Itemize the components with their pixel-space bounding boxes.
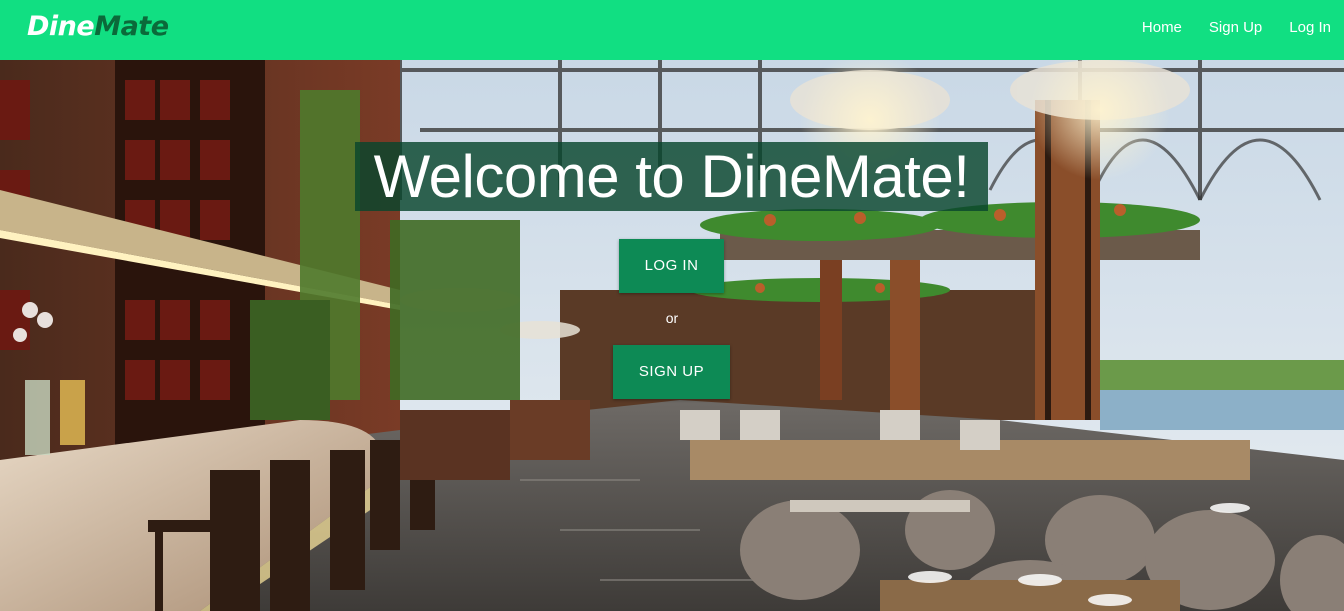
brand-part1: Dine xyxy=(27,11,95,42)
nav-link-signup[interactable]: Sign Up xyxy=(1209,19,1262,36)
nav-link-login[interactable]: Log In xyxy=(1289,19,1331,36)
welcome-heading: Welcome to DineMate! xyxy=(355,142,988,211)
brand-part2: Mate xyxy=(94,11,169,42)
top-navbar: DineMate Home Sign Up Log In xyxy=(0,0,1344,60)
hero-section: Welcome to DineMate! LOG IN or SIGN UP xyxy=(0,60,1344,611)
signup-button[interactable]: SIGN UP xyxy=(613,345,730,399)
nav-link-home[interactable]: Home xyxy=(1142,19,1182,36)
brand-logo[interactable]: DineMate xyxy=(27,11,169,42)
login-button[interactable]: LOG IN xyxy=(619,239,724,293)
nav-links: Home Sign Up Log In xyxy=(1115,19,1331,36)
or-separator: or xyxy=(665,310,679,326)
